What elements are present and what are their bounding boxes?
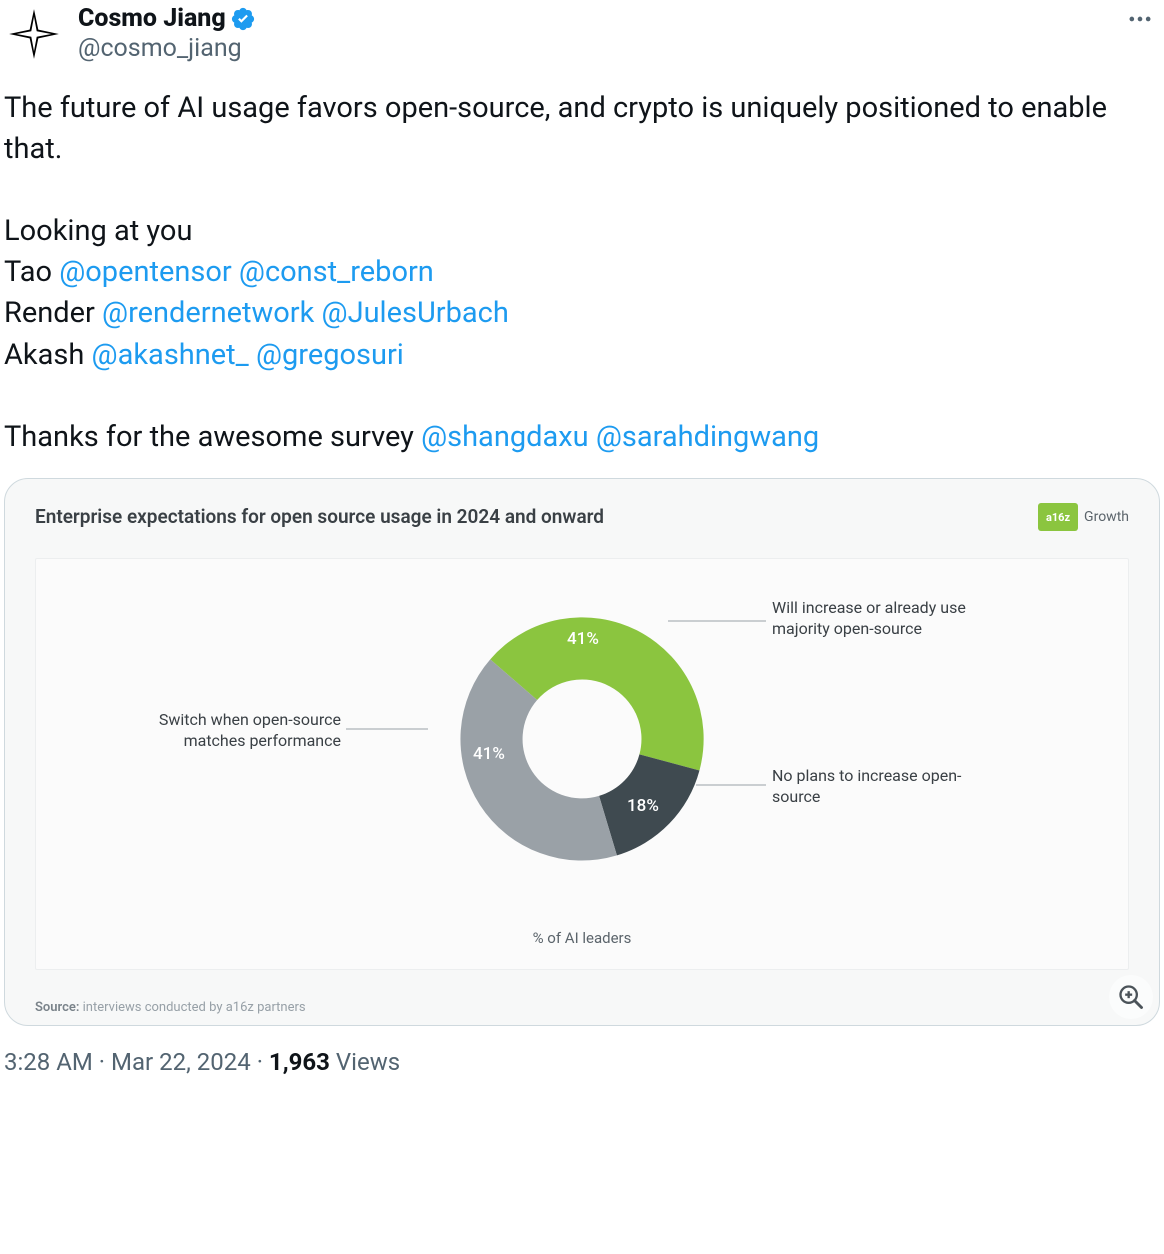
mention-rendernetwork[interactable]: @rendernetwork (102, 296, 314, 330)
render-prefix: Render (4, 296, 102, 330)
embedded-image-card[interactable]: Enterprise expectations for open source … (4, 478, 1160, 1026)
chart-source: Source: interviews conducted by a16z par… (35, 1000, 306, 1015)
tweet-time[interactable]: 3:28 AM (4, 1048, 93, 1076)
tweet-meta: 3:28 AM · Mar 22, 2024 · 1,963 Views (4, 1048, 1160, 1076)
tao-prefix: Tao (4, 255, 59, 289)
avatar-star-icon (7, 7, 61, 61)
mention-akashnet[interactable]: @akashnet_ (92, 338, 249, 372)
source-text: interviews conducted by a16z partners (79, 1000, 305, 1015)
callout-green: Will increase or already use majority op… (772, 597, 972, 640)
tweet-date[interactable]: Mar 22, 2024 (111, 1048, 251, 1076)
views-count[interactable]: 1,963 (269, 1048, 330, 1076)
source-label: Source: (35, 1000, 79, 1015)
body-line1: The future of AI usage favors open-sourc… (4, 91, 1114, 166)
brand-badge: a16z Growth (1038, 503, 1129, 531)
mention-julesurbach[interactable]: @JulesUrbach (322, 296, 509, 330)
author-handle[interactable]: @cosmo_jiang (78, 33, 1120, 66)
mention-sarahdingwang[interactable]: @sarahdingwang (596, 420, 819, 454)
chart-panel: 41% 41% 18% Will increase or already use… (35, 558, 1129, 970)
mention-opentensor[interactable]: @opentensor (59, 255, 231, 289)
views-label: Views (330, 1048, 400, 1076)
akash-prefix: Akash (4, 338, 92, 372)
callout-dark: No plans to increase open-source (772, 765, 972, 808)
mention-shangdaxu[interactable]: @shangdaxu (421, 420, 589, 454)
thanks-prefix: Thanks for the awesome survey (4, 420, 421, 454)
chart-xaxis-label: % of AI leaders (533, 929, 632, 947)
chart-title: Enterprise expectations for open source … (35, 505, 1129, 530)
display-name[interactable]: Cosmo Jiang (78, 4, 226, 33)
avatar[interactable] (4, 4, 64, 64)
brand-text: Growth (1084, 509, 1129, 525)
callout-grey: Switch when open-source matches performa… (141, 709, 341, 752)
tweet-body: The future of AI usage favors open-sourc… (4, 88, 1160, 459)
zoom-button[interactable] (1109, 975, 1153, 1019)
tweet-container: Cosmo Jiang @cosmo_jiang The future of A… (0, 0, 1164, 1076)
more-horizontal-icon (1126, 5, 1154, 33)
mention-gregosuri[interactable]: @gregosuri (256, 338, 404, 372)
tweet-header: Cosmo Jiang @cosmo_jiang (4, 4, 1160, 66)
zoom-in-icon (1117, 983, 1145, 1011)
more-options-button[interactable] (1120, 4, 1160, 34)
author-names: Cosmo Jiang @cosmo_jiang (78, 4, 1120, 66)
brand-box: a16z (1038, 503, 1078, 531)
mention-const-reborn[interactable]: @const_reborn (239, 255, 434, 289)
verified-badge-icon (230, 6, 256, 32)
body-line2: Looking at you (4, 214, 192, 248)
